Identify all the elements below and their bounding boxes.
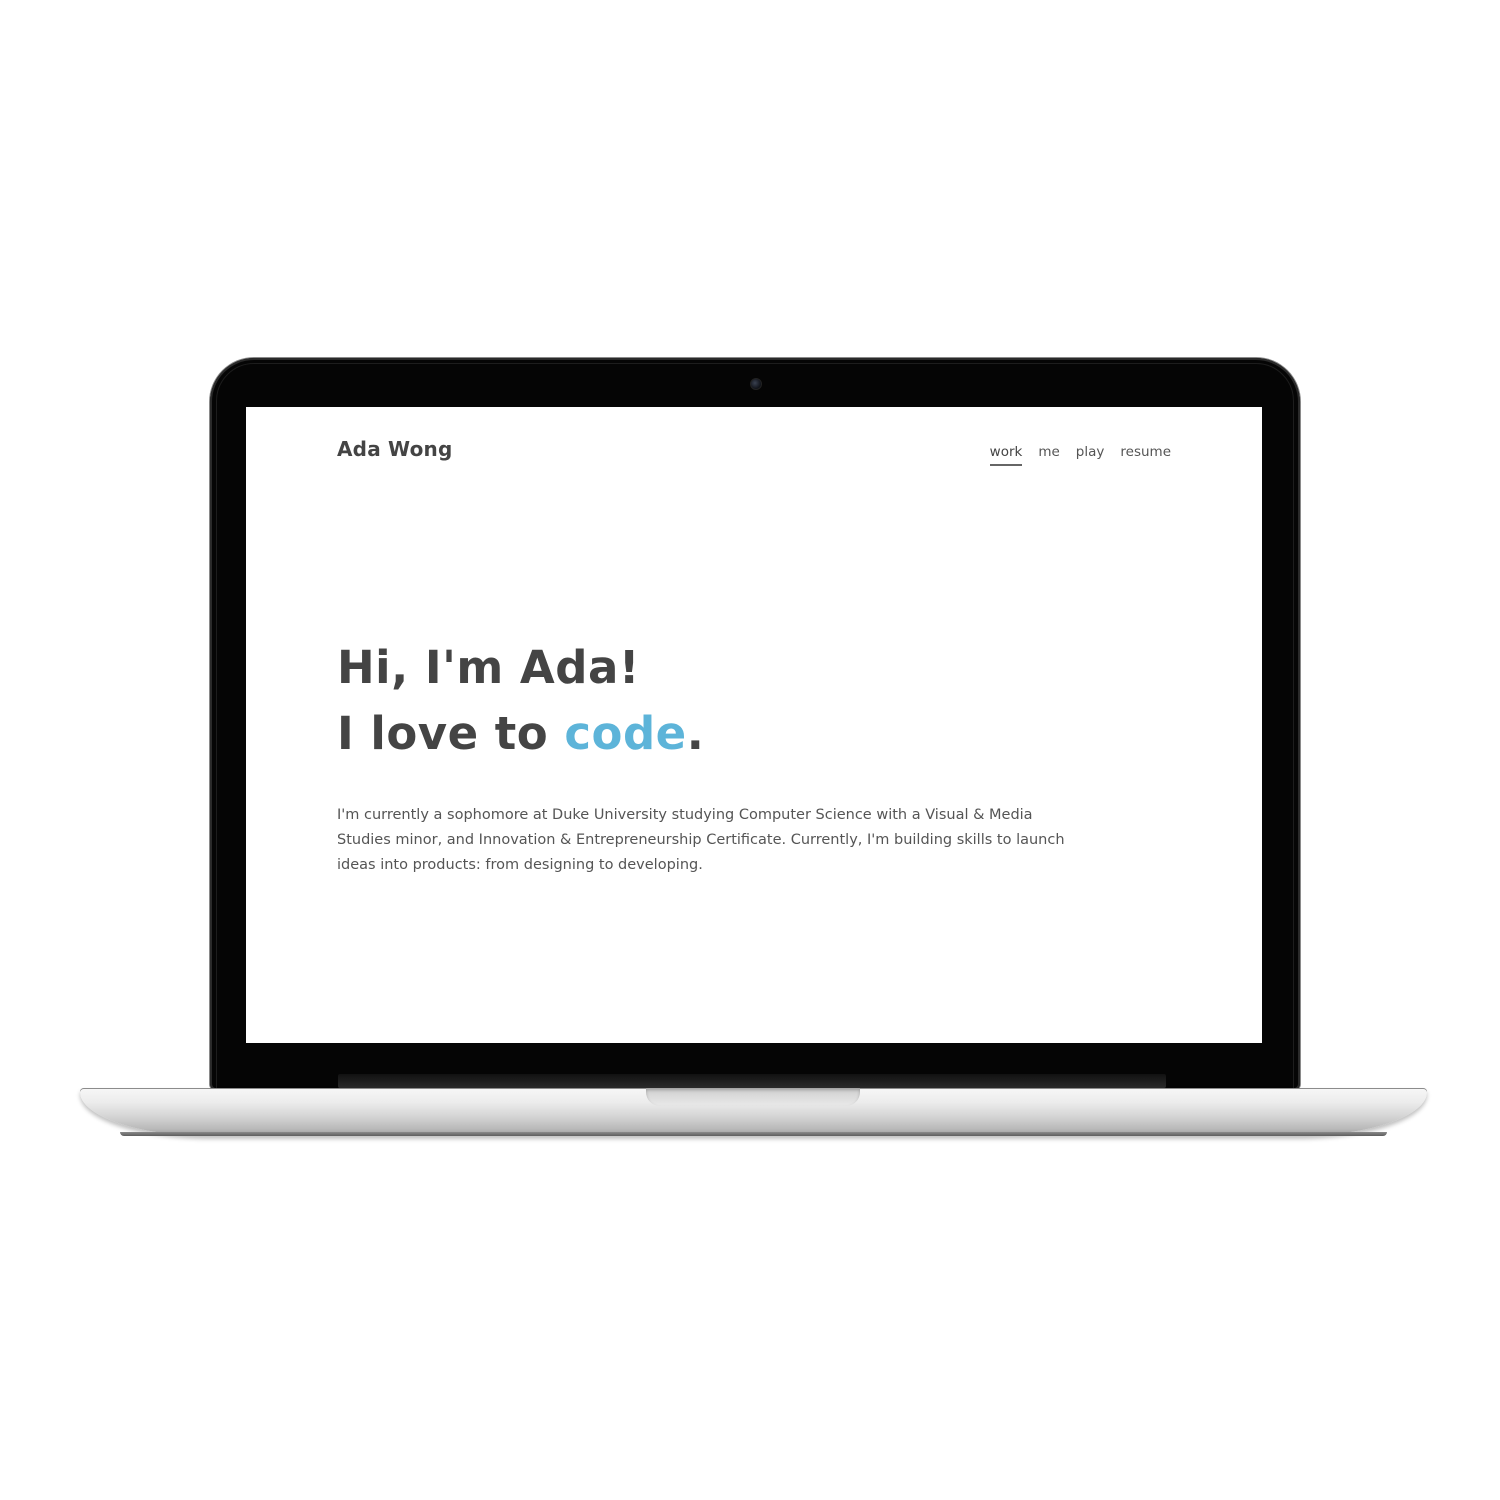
nav-link-play[interactable]: play [1076, 444, 1105, 466]
laptop-thumb-notch [646, 1088, 860, 1106]
hero-line-1: Hi, I'm Ada! [337, 641, 640, 694]
hero-accent-word: code [564, 707, 687, 760]
nav-link-resume[interactable]: resume [1120, 444, 1171, 466]
nav-link-work[interactable]: work [989, 444, 1023, 466]
laptop-hinge [338, 1074, 1166, 1088]
hero-line-2: I love to code. [337, 701, 704, 767]
site-brand[interactable]: Ada Wong [337, 437, 453, 461]
site-nav: work me play resume [989, 444, 1171, 466]
hero-heading: Hi, I'm Ada! I love to code. [337, 635, 704, 767]
nav-link-me[interactable]: me [1038, 444, 1059, 466]
laptop-screen: Ada Wong work me play resume Hi, I'm Ada… [246, 407, 1262, 1043]
hero-line-2-prefix: I love to [337, 707, 565, 760]
intro-paragraph: I'm currently a sophomore at Duke Univer… [337, 806, 1065, 873]
webcam-icon [750, 378, 762, 390]
hero-line-2-suffix: . [686, 707, 705, 760]
